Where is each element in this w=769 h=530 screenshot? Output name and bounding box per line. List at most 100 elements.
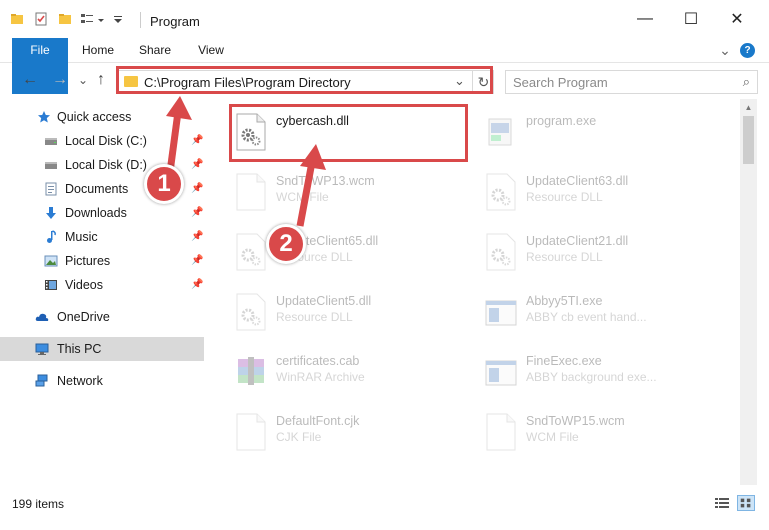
navigation-pane: Quick access Local Disk (C:) 📌 Local Dis… [0, 99, 207, 485]
sidebar-item-label: Downloads [65, 206, 127, 220]
properties-icon[interactable] [34, 12, 48, 26]
pin-icon[interactable]: 📌 [191, 255, 203, 266]
computer-icon [35, 343, 49, 355]
sidebar-item-videos[interactable]: Videos 📌 [0, 273, 204, 297]
sidebar-item-quick-access[interactable]: Quick access [0, 105, 204, 129]
customize-toolbar-icon[interactable] [96, 12, 106, 26]
up-button[interactable]: ↑ [97, 71, 105, 89]
sidebar-item-label: Local Disk (C:) [65, 134, 147, 148]
file-type: ABBY cb event hand... [526, 310, 647, 324]
file-type: Resource DLL [526, 250, 603, 264]
file-item-sndtowp13-wcm[interactable]: SndToWP13.wcm WCM File [231, 165, 481, 221]
back-button[interactable]: ← [22, 71, 38, 89]
blank-file-icon [236, 173, 266, 211]
blank-file-icon [486, 413, 516, 451]
ribbon-tabs: File Home Share View ⌄ ? [0, 38, 769, 94]
item-count: 199 items [12, 497, 65, 511]
pin-icon[interactable]: 📌 [191, 207, 203, 218]
file-item-updateclient21-dll[interactable]: UpdateClient21.dll Resource DLL [481, 225, 731, 281]
file-item-fineexec-exe[interactable]: FineExec.exe ABBY background exe... [481, 345, 731, 401]
pictures-icon [44, 255, 58, 267]
drive-icon [45, 162, 57, 169]
file-name: SndToWP15.wcm [526, 414, 625, 428]
search-icon[interactable]: ⌕ [743, 74, 750, 90]
tab-view[interactable]: View [192, 38, 230, 63]
file-item-sndtowp15-wcm[interactable]: SndToWP15.wcm WCM File [481, 405, 731, 461]
sidebar-item-this-pc[interactable]: This PC [0, 337, 204, 361]
sidebar-item-label: This PC [57, 342, 102, 356]
scroll-up-icon[interactable]: ▲ [740, 99, 757, 116]
file-type: CJK File [276, 430, 322, 444]
sidebar-item-label: Music [65, 230, 98, 244]
file-name: Abbyy5TI.exe [526, 294, 603, 308]
sidebar-item-label: Quick access [57, 110, 132, 124]
help-icon[interactable]: ? [740, 43, 755, 58]
new-folder-icon[interactable] [58, 12, 72, 26]
recent-locations-button[interactable]: ⌄ [78, 73, 88, 87]
address-bar-highlight [116, 66, 493, 94]
sidebar-item-onedrive[interactable]: OneDrive [0, 305, 204, 329]
sidebar-item-label: Pictures [65, 254, 111, 268]
file-item-updateclient63-dll[interactable]: UpdateClient63.dll Resource DLL [481, 165, 731, 221]
documents-icon [45, 182, 57, 196]
pin-icon[interactable]: 📌 [191, 159, 203, 170]
pin-icon[interactable]: 📌 [191, 279, 203, 290]
drive-icon [45, 138, 57, 145]
tab-share[interactable]: Share [134, 38, 176, 63]
network-icon [35, 374, 48, 387]
search-box[interactable]: Search Program ⌕ [505, 70, 758, 94]
pin-icon[interactable]: 📌 [191, 183, 203, 194]
close-button[interactable]: ✕ [714, 0, 760, 38]
sidebar-item-label: Videos [65, 278, 103, 292]
folder-icon[interactable] [10, 12, 24, 26]
forward-button[interactable]: → [52, 71, 68, 89]
vertical-scrollbar[interactable]: ▲ [740, 99, 757, 485]
sidebar-item-music[interactable]: Music 📌 [0, 225, 204, 249]
pin-icon[interactable]: 📌 [191, 231, 203, 242]
step-2-badge: 2 [266, 224, 306, 264]
sidebar-item-downloads[interactable]: Downloads 📌 [0, 201, 204, 225]
file-name: DefaultFont.cjk [276, 414, 360, 428]
exe-icon [488, 118, 512, 146]
search-input[interactable]: Search Program [513, 75, 608, 90]
view-menu-icon[interactable] [80, 12, 94, 26]
large-icons-view-icon[interactable] [737, 495, 755, 511]
videos-icon [45, 280, 57, 290]
maximize-button[interactable]: ☐ [668, 0, 714, 38]
download-icon [46, 207, 56, 219]
app-window-icon [485, 300, 517, 326]
file-item-program-exe[interactable]: program.exe [481, 105, 731, 161]
status-bar: 199 items [0, 485, 769, 530]
minimize-button[interactable]: — [622, 0, 668, 38]
star-icon [38, 111, 50, 123]
pin-icon[interactable]: 📌 [191, 135, 203, 146]
sidebar-item-pictures[interactable]: Pictures 📌 [0, 249, 204, 273]
file-name: certificates.cab [276, 354, 360, 368]
cloud-icon [35, 313, 49, 321]
dll-gear-icon [486, 173, 516, 211]
file-name: program.exe [526, 114, 597, 128]
file-highlight [229, 104, 468, 162]
step-1-badge: 1 [144, 164, 184, 204]
file-name: UpdateClient5.dll [276, 294, 372, 308]
title-bar: Program — ☐ ✕ [0, 0, 769, 38]
file-item-updateclient5-dll[interactable]: UpdateClient5.dll Resource DLL [231, 285, 481, 341]
customize-dropdown-icon[interactable] [112, 12, 124, 26]
sidebar-item-local-disk-c[interactable]: Local Disk (C:) 📌 [0, 129, 204, 153]
ribbon-collapse-button[interactable]: ⌄ [716, 38, 734, 63]
scrollbar-thumb[interactable] [743, 116, 754, 164]
tab-home[interactable]: Home [78, 38, 118, 63]
file-item-abbyy5ti-exe[interactable]: Abbyy5TI.exe ABBY cb event hand... [481, 285, 731, 341]
file-type: WCM File [526, 430, 579, 444]
file-type: WinRAR Archive [276, 370, 365, 384]
app-window-icon [485, 360, 517, 386]
window-title: Program [150, 14, 200, 29]
file-item-certificates-cab[interactable]: certificates.cab WinRAR Archive [231, 345, 481, 401]
dll-gear-icon [486, 233, 516, 271]
details-view-icon[interactable] [713, 495, 731, 511]
file-type: WCM File [276, 190, 329, 204]
file-item-defaultfont-cjk[interactable]: DefaultFont.cjk CJK File [231, 405, 481, 461]
file-name: FineExec.exe [526, 354, 602, 368]
sidebar-item-label: Documents [65, 182, 129, 196]
sidebar-item-network[interactable]: Network [0, 369, 204, 393]
